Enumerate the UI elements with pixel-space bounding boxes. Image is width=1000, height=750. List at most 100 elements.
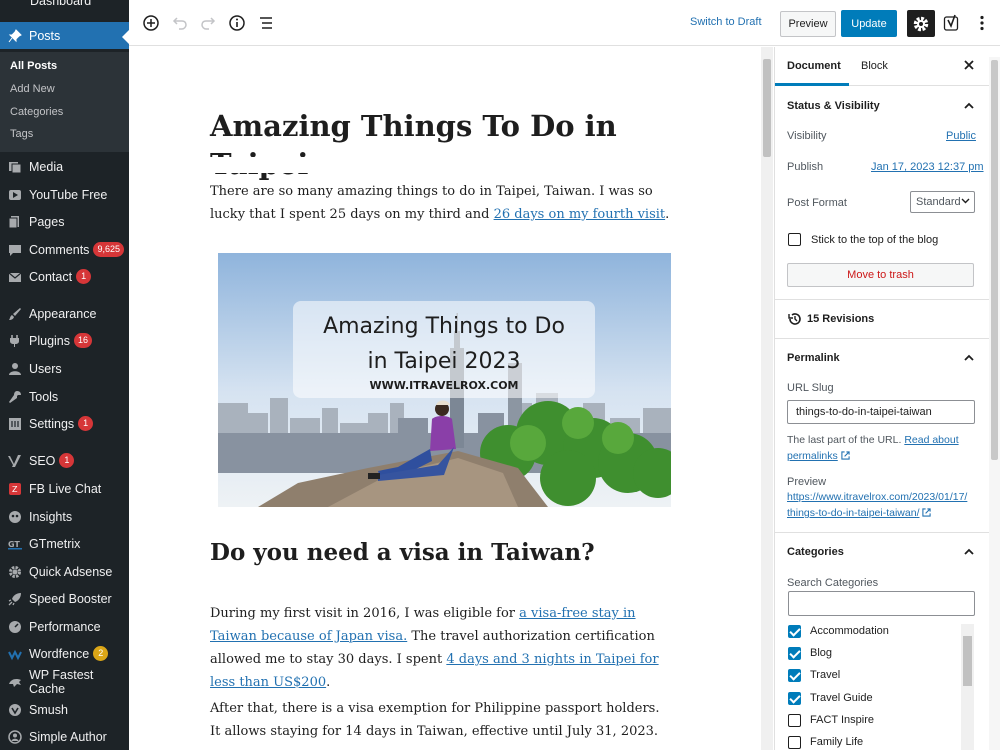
editor-scrollbar[interactable] xyxy=(761,47,773,750)
fourth-visit-link[interactable]: 26 days on my fourth visit xyxy=(494,207,666,222)
close-icon[interactable] xyxy=(961,57,977,73)
menu-posts[interactable]: Posts xyxy=(0,22,129,49)
menu-fb-live-chat[interactable]: Z FB Live Chat xyxy=(0,475,129,502)
play-icon xyxy=(7,187,23,203)
menu-quick-adsense-label: Quick Adsense xyxy=(29,564,113,579)
revisions-link[interactable]: 15 Revisions xyxy=(807,313,874,325)
category-checkbox[interactable] xyxy=(788,714,801,727)
undo-icon[interactable] xyxy=(170,13,190,33)
move-to-trash-button[interactable]: Move to trash xyxy=(787,263,974,287)
visa-heading[interactable]: Do you need a visa in Taiwan? xyxy=(210,539,595,566)
editor-toolbar: Switch to Draft Preview Update xyxy=(129,0,1000,46)
menu-appearance[interactable]: Appearance xyxy=(0,300,129,327)
add-block-icon[interactable] xyxy=(141,13,161,33)
menu-contact-label: Contact xyxy=(29,269,73,284)
settings-scrollbar-thumb[interactable] xyxy=(991,60,998,460)
menu-seo[interactable]: SEO 1 xyxy=(0,447,129,474)
rocket-icon xyxy=(7,591,23,607)
submenu-add-new[interactable]: Add New xyxy=(10,83,55,95)
menu-gtmetrix[interactable]: GT GTmetrix xyxy=(0,530,129,557)
category-checkbox[interactable] xyxy=(788,692,801,705)
menu-insights[interactable]: Insights xyxy=(0,503,129,530)
more-options-button[interactable] xyxy=(972,13,992,33)
menu-wp-fastest-cache[interactable]: WP Fastest Cache xyxy=(0,668,129,696)
yoast-icon xyxy=(943,14,959,31)
preview-url-part-1[interactable]: https://www.itravelrox.com/2023/01/17/ xyxy=(787,491,967,503)
yoast-seo-button[interactable] xyxy=(942,13,962,33)
menu-plugins[interactable]: Plugins 16 xyxy=(0,327,129,354)
menu-dashboard-label: Dashboard xyxy=(30,0,92,8)
menu-youtube-free[interactable]: YouTube Free xyxy=(0,181,129,208)
url-slug-input[interactable]: things-to-do-in-taipei-taiwan xyxy=(787,400,975,424)
submenu-tags[interactable]: Tags xyxy=(10,128,33,140)
insights-icon xyxy=(7,509,23,525)
submenu-all-posts[interactable]: All Posts xyxy=(10,60,57,72)
search-categories-input[interactable] xyxy=(788,591,975,616)
chevron-up-icon[interactable] xyxy=(961,98,977,114)
preview-url-part-2[interactable]: things-to-do-in-taipei-taiwan/ xyxy=(787,507,919,519)
switch-to-draft-link[interactable]: Switch to Draft xyxy=(690,16,762,28)
publish-date-link[interactable]: Jan 17, 2023 12:37 pm xyxy=(871,161,984,173)
menu-simple-author[interactable]: Simple Author xyxy=(0,723,129,750)
menu-pages[interactable]: Pages xyxy=(0,208,129,235)
settings-icon xyxy=(7,416,23,432)
categories-scrollbar-thumb[interactable] xyxy=(963,636,972,686)
page-icon xyxy=(7,214,23,230)
visibility-value-link[interactable]: Public xyxy=(946,130,976,142)
divider xyxy=(775,338,989,339)
category-checkbox[interactable] xyxy=(788,736,801,749)
settings-toggle-button[interactable] xyxy=(907,10,935,37)
menu-tools[interactable]: Tools xyxy=(0,383,129,410)
url-slug-label: URL Slug xyxy=(787,382,834,394)
category-checkbox[interactable] xyxy=(788,647,801,660)
slug-help: The last part of the URL. xyxy=(787,434,905,446)
menu-media[interactable]: Media xyxy=(0,153,129,180)
menu-comments[interactable]: Comments 9,625 xyxy=(0,236,129,263)
featured-image[interactable]: Amazing Things to Do in Taipei 2023 WWW.… xyxy=(218,253,671,507)
menu-settings[interactable]: Settings 1 xyxy=(0,410,129,437)
chevron-up-icon[interactable] xyxy=(961,544,977,560)
status-visibility-title[interactable]: Status & Visibility xyxy=(787,100,880,112)
categories-title[interactable]: Categories xyxy=(787,546,844,558)
category-label: Family Life xyxy=(810,736,864,748)
editor-scrollbar-thumb[interactable] xyxy=(763,59,771,157)
wordfence-count-badge: 2 xyxy=(93,646,109,661)
settings-scrollbar[interactable] xyxy=(989,57,1000,750)
sticky-checkbox[interactable] xyxy=(788,233,801,246)
post-format-select[interactable]: Standard xyxy=(910,191,975,213)
gear-icon xyxy=(7,564,23,580)
editor-canvas[interactable]: Amazing Things To Do in Taipei There are… xyxy=(129,47,761,750)
category-checkbox[interactable] xyxy=(788,669,801,682)
menu-speed-booster[interactable]: Speed Booster xyxy=(0,585,129,612)
info-icon[interactable] xyxy=(227,13,247,33)
menu-smush[interactable]: Smush xyxy=(0,696,129,723)
submenu-categories[interactable]: Categories xyxy=(10,106,63,118)
preview-button[interactable]: Preview xyxy=(780,11,836,37)
menu-contact[interactable]: Contact 1 xyxy=(0,263,129,290)
chevron-up-icon[interactable] xyxy=(961,350,977,366)
menu-fb-live-chat-label: FB Live Chat xyxy=(29,481,102,496)
external-link-icon xyxy=(922,508,932,517)
plug-icon xyxy=(7,333,23,349)
menu-users[interactable]: Users xyxy=(0,355,129,382)
list-view-icon[interactable] xyxy=(256,13,276,33)
update-button[interactable]: Update xyxy=(841,10,897,37)
menu-dashboard[interactable]: Dashboard xyxy=(0,0,129,10)
redo-icon[interactable] xyxy=(198,13,218,33)
menu-wordfence[interactable]: Wordfence 2 xyxy=(0,640,129,667)
chat-icon: Z xyxy=(7,481,23,497)
seo-count-badge: 1 xyxy=(59,453,75,468)
title-overflow-mask xyxy=(129,157,761,173)
permalink-title[interactable]: Permalink xyxy=(787,352,840,364)
menu-smush-label: Smush xyxy=(29,702,68,717)
visa-paragraph-1[interactable]: During my first visit in 2016, I was eli… xyxy=(210,602,670,694)
menu-performance[interactable]: Performance xyxy=(0,613,129,640)
tab-document[interactable]: Document xyxy=(787,60,841,72)
preview-url[interactable]: https://www.itravelrox.com/2023/01/17/th… xyxy=(787,489,977,521)
category-checkbox[interactable] xyxy=(788,625,801,638)
visa-paragraph-2[interactable]: After that, there is a visa exemption fo… xyxy=(210,697,670,743)
categories-scrollbar[interactable] xyxy=(961,624,974,750)
menu-quick-adsense[interactable]: Quick Adsense xyxy=(0,558,129,585)
tab-block[interactable]: Block xyxy=(861,60,888,72)
intro-paragraph[interactable]: There are so many amazing things to do i… xyxy=(210,180,670,226)
